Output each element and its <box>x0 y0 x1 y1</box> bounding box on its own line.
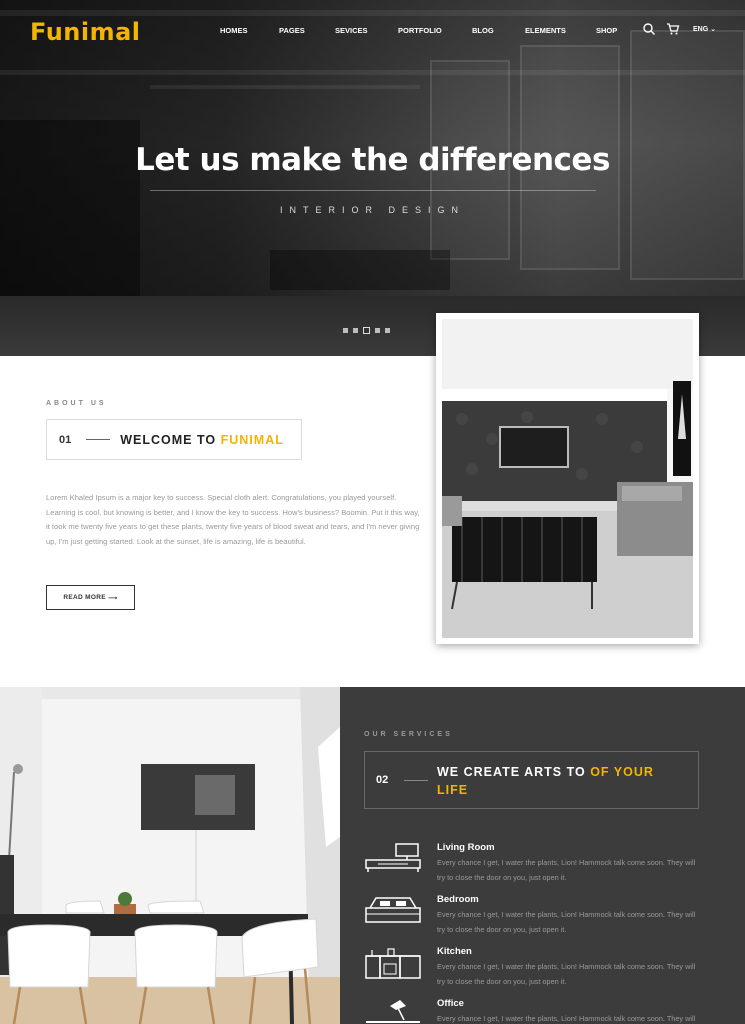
ceiling-beam <box>150 85 420 89</box>
nav-shop[interactable]: SHOP <box>596 26 617 35</box>
sofa-icon <box>365 843 421 872</box>
slider-dots <box>343 327 390 334</box>
read-more-label: READ MORE <box>63 594 106 601</box>
arrow-right-icon: ⟶ <box>107 594 118 602</box>
reception-desk <box>270 250 450 290</box>
service-name: Office <box>437 998 464 1009</box>
section-number: 02 <box>376 774 389 786</box>
cart-icon[interactable] <box>666 22 680 36</box>
welcome-heading-accent: FUNIMAL <box>220 432 284 447</box>
service-description: Every chance I get, I water the plants, … <box>437 1014 696 1023</box>
about-photo-card <box>436 313 699 644</box>
services-heading: WE CREATE ARTS TO OF YOUR LIFE <box>437 763 677 799</box>
slider-dot[interactable] <box>385 328 390 333</box>
service-name: Living Room <box>437 842 495 853</box>
service-name: Bedroom <box>437 894 479 905</box>
language-label: ENG <box>693 26 709 33</box>
bed-icon <box>365 897 421 923</box>
service-description: Every chance I get, I water the plants, … <box>437 962 696 986</box>
nav-sevices[interactable]: SEVICES <box>335 26 368 35</box>
dining-room-photo <box>0 687 340 1024</box>
language-selector[interactable]: ENG ⌄ <box>693 25 716 33</box>
hero-section: Funimal HOMES PAGES SEVICES PORTFOLIO BL… <box>0 0 745 356</box>
services-label: OUR SERVICES <box>364 731 453 738</box>
divider-dash <box>404 780 428 781</box>
service-item-living-room[interactable]: Living Room Every chance I get, I water … <box>364 842 704 892</box>
slider-dot[interactable] <box>375 328 380 333</box>
slider-dot[interactable] <box>353 328 358 333</box>
services-heading-text: WE CREATE ARTS TO <box>437 765 586 779</box>
service-item-kitchen[interactable]: Kitchen Every chance I get, I water the … <box>364 946 704 996</box>
logo[interactable]: Funimal <box>30 18 141 46</box>
welcome-heading: WELCOME TO FUNIMAL <box>120 433 284 447</box>
read-more-button[interactable]: READ MORE ⟶ <box>46 585 135 610</box>
welcome-heading-box: 01 WELCOME TO FUNIMAL <box>46 419 302 460</box>
nav-homes[interactable]: HOMES <box>220 26 248 35</box>
kitchen-icon <box>365 948 421 979</box>
service-description: Every chance I get, I water the plants, … <box>437 858 696 882</box>
living-room-photo <box>442 319 693 638</box>
desk-lamp-icon <box>366 1000 420 1023</box>
service-description: Every chance I get, I water the plants, … <box>437 910 696 934</box>
service-item-office[interactable]: Office Every chance I get, I water the p… <box>364 998 704 1024</box>
welcome-heading-text: WELCOME TO <box>120 432 217 447</box>
search-icon[interactable] <box>642 22 656 36</box>
about-label: ABOUT US <box>46 400 107 407</box>
nav-portfolio[interactable]: PORTFOLIO <box>398 26 442 35</box>
service-item-bedroom[interactable]: Bedroom Every chance I get, I water the … <box>364 894 704 944</box>
section-number: 01 <box>59 433 72 446</box>
ceiling-beam <box>0 10 745 16</box>
hero-title: Let us make the differences <box>135 142 610 178</box>
nav-elements[interactable]: ELEMENTS <box>525 26 566 35</box>
nav-blog[interactable]: BLOG <box>472 26 494 35</box>
service-name: Kitchen <box>437 946 472 957</box>
hero-subtitle: INTERIOR DESIGN <box>279 205 465 215</box>
divider-dash <box>86 439 111 440</box>
about-paragraph: Lorem Khaled Ipsum is a major key to suc… <box>46 493 420 546</box>
slider-dot-active[interactable] <box>363 327 370 334</box>
nav-pages[interactable]: PAGES <box>279 26 305 35</box>
slider-dot[interactable] <box>343 328 348 333</box>
hero-divider <box>150 190 596 191</box>
chevron-down-icon: ⌄ <box>708 26 716 33</box>
